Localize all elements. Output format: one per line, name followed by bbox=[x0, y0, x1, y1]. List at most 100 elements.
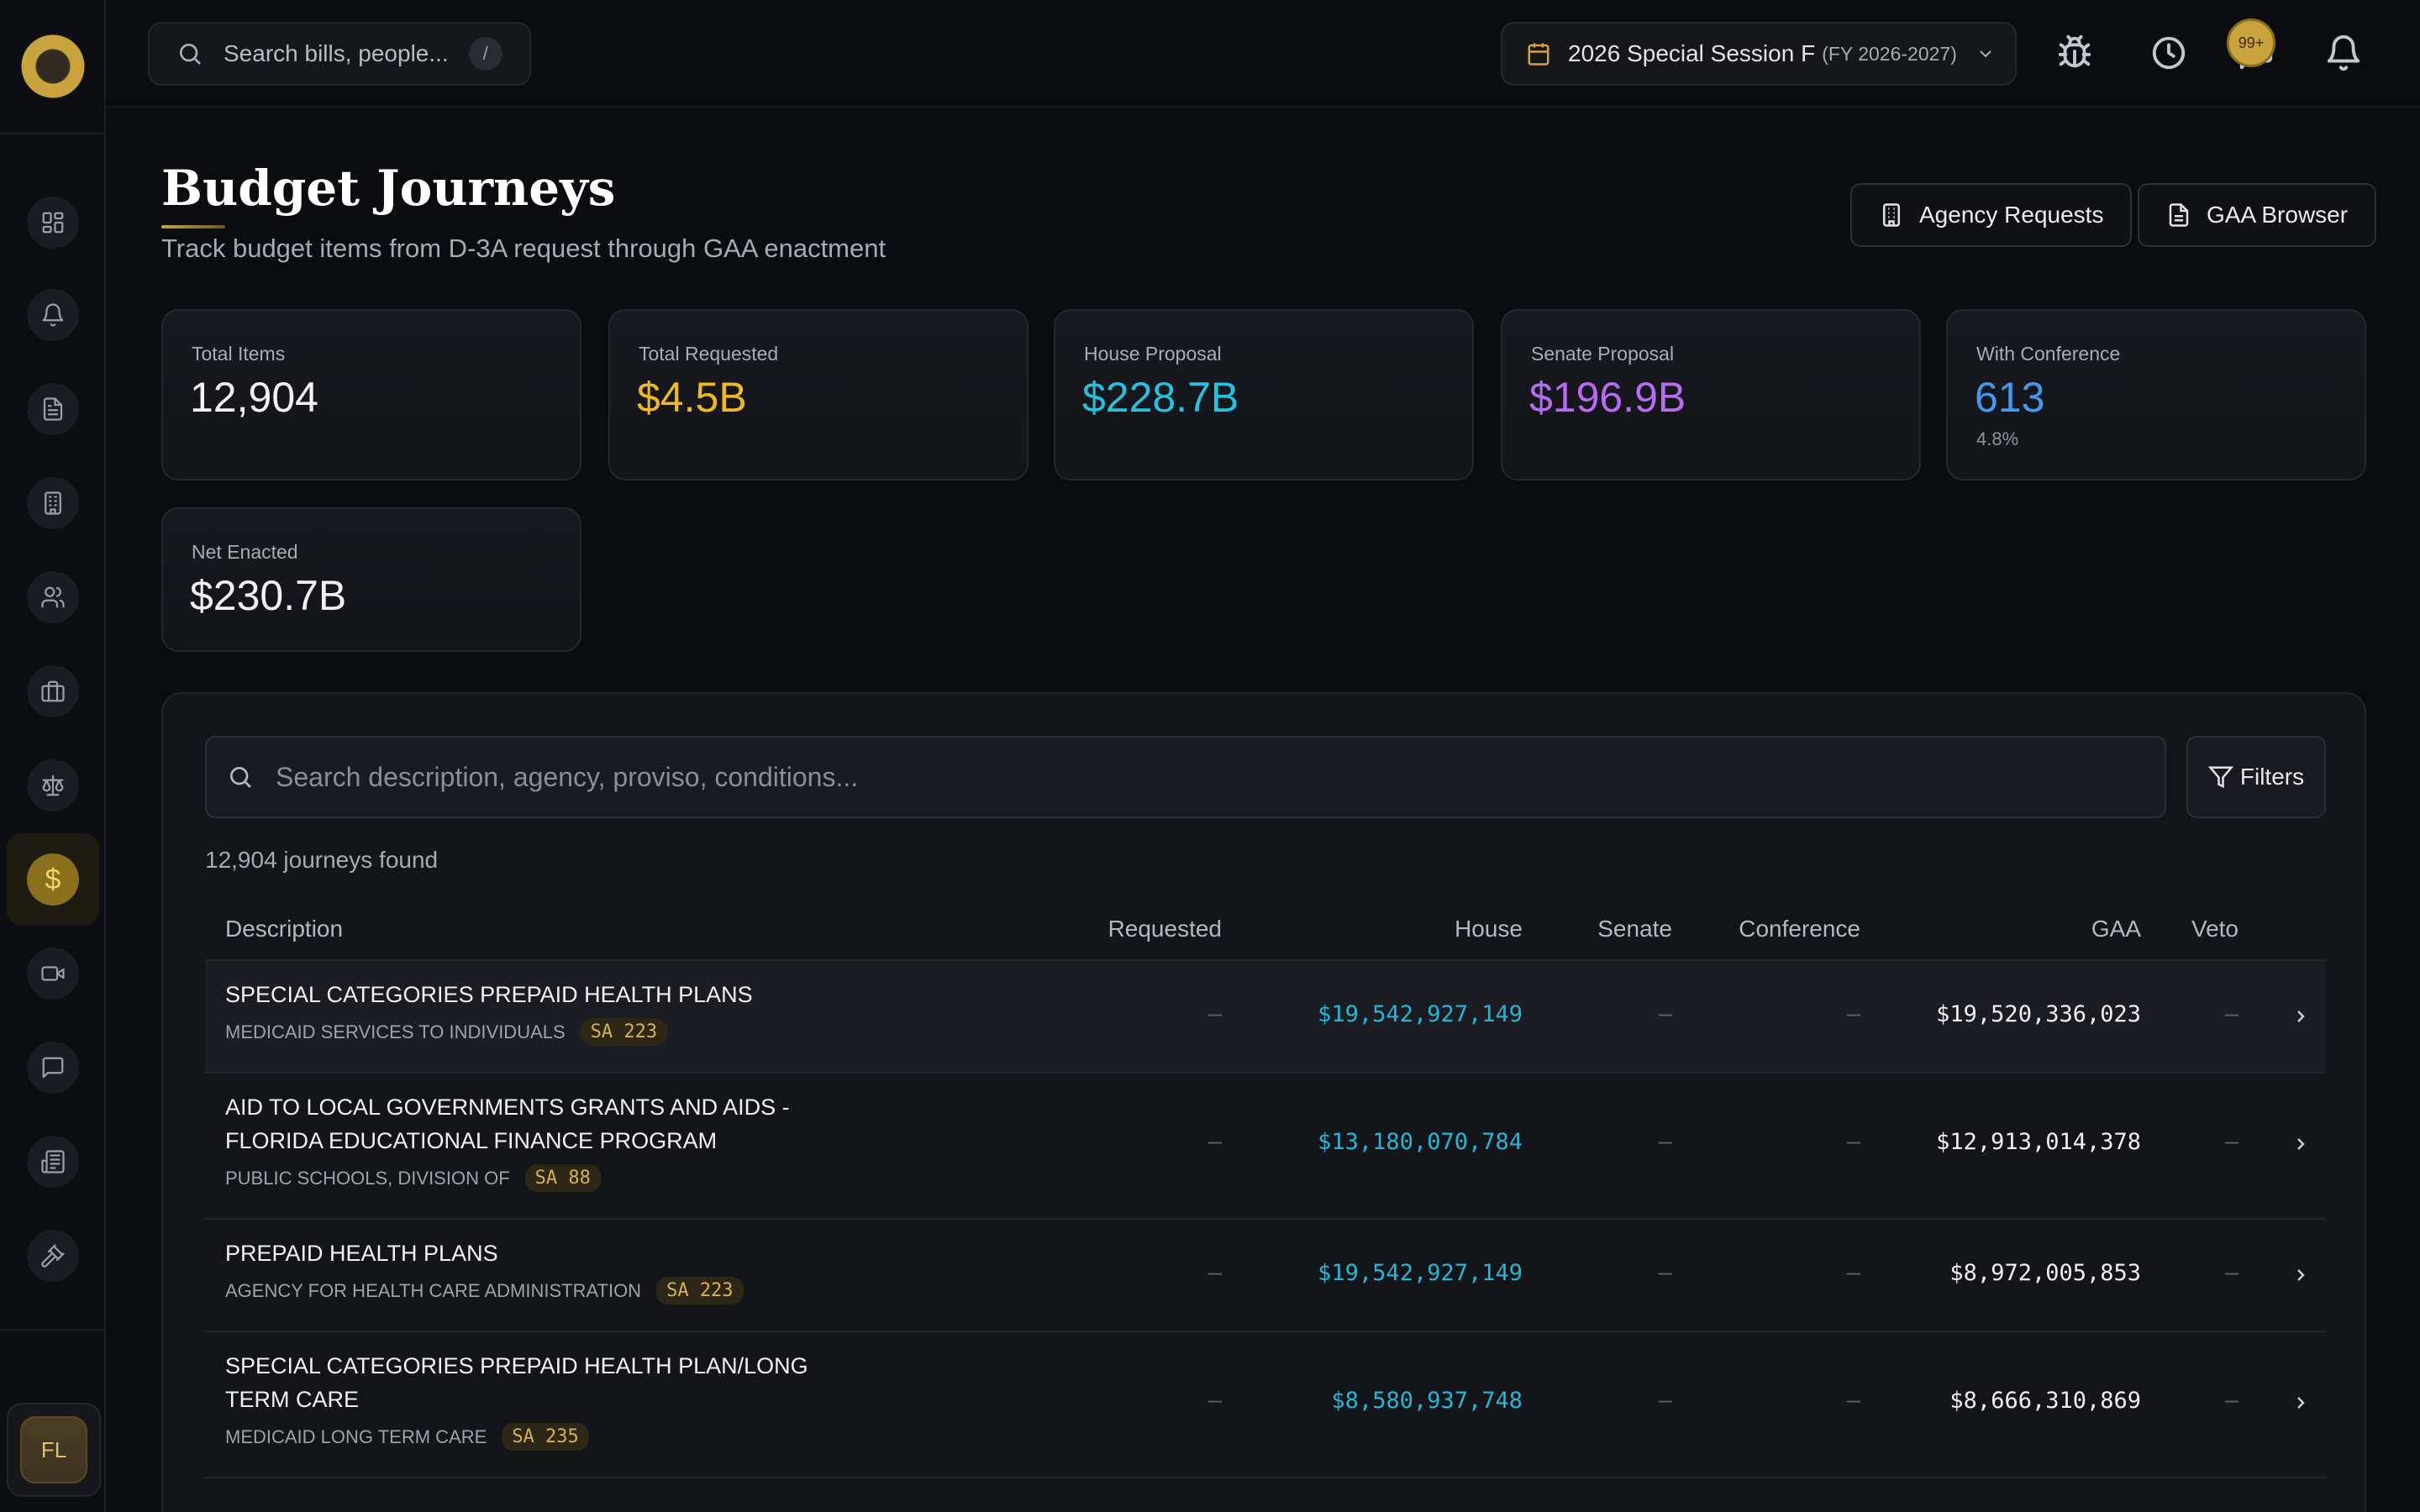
report-bug-button[interactable] bbox=[2055, 34, 2094, 72]
stat-card-with-conference: With Conference 613 4.8% bbox=[1946, 309, 2366, 480]
sa-badge: SA 235 bbox=[502, 1423, 589, 1451]
column-header-description[interactable]: Description bbox=[225, 916, 343, 942]
sidebar-item-news[interactable] bbox=[27, 1136, 79, 1188]
sidebar-item-messages[interactable] bbox=[27, 1042, 79, 1094]
scale-icon bbox=[42, 774, 64, 796]
bug-icon bbox=[2058, 34, 2091, 68]
column-header-veto[interactable]: Veto bbox=[2191, 916, 2238, 942]
table-row[interactable]: SPECIAL CATEGORIES PREPAID HEALTH PLANS … bbox=[205, 961, 2326, 1074]
row-agency-name: PUBLIC SCHOOLS, DIVISION OF bbox=[225, 1167, 510, 1189]
session-fiscal-year: (FY 2026-2027) bbox=[1822, 42, 1957, 65]
journeys-panel: Search description, agency, proviso, con… bbox=[161, 692, 2366, 1512]
row-expand-chevron[interactable] bbox=[2291, 1134, 2311, 1154]
row-conference: — bbox=[1846, 1260, 1860, 1286]
stat-value: $196.9B bbox=[1529, 374, 1686, 421]
search-icon bbox=[180, 44, 201, 65]
chevron-right-icon bbox=[2297, 1138, 2305, 1150]
agency-requests-label: Agency Requests bbox=[1919, 202, 2104, 228]
row-description: PREPAID HEALTH PLANS bbox=[225, 1241, 498, 1266]
clock-icon bbox=[2152, 36, 2186, 70]
sidebar-item-people[interactable] bbox=[27, 571, 79, 623]
column-header-house[interactable]: House bbox=[1455, 916, 1523, 942]
row-gaa: $12,913,014,378 bbox=[1936, 1129, 2141, 1155]
stat-value: 613 bbox=[1975, 374, 2045, 421]
chevron-right-icon bbox=[2297, 1011, 2305, 1022]
row-agency: MEDICAID SERVICES TO INDIVIDUALS SA 223 bbox=[225, 1018, 668, 1046]
sidebar-item-alerts[interactable] bbox=[27, 289, 79, 341]
row-expand-chevron[interactable] bbox=[2291, 1006, 2311, 1026]
gaa-browser-button[interactable]: GAA Browser bbox=[2138, 183, 2377, 247]
user-menu[interactable]: FL bbox=[7, 1403, 101, 1497]
bell-icon bbox=[42, 303, 64, 327]
results-count: 12,904 journeys found bbox=[205, 847, 439, 873]
sidebar-item-lobbyists[interactable] bbox=[27, 665, 79, 717]
sidebar-divider bbox=[0, 133, 104, 134]
stat-label: Net Enacted bbox=[192, 541, 298, 563]
row-description: SPECIAL CATEGORIES PREPAID HEALTH PLAN/L… bbox=[225, 1353, 808, 1412]
table-row[interactable]: AID TO LOCAL GOVERNMENTS GRANTS AND AIDS… bbox=[205, 1074, 2326, 1220]
row-veto: — bbox=[2224, 1001, 2238, 1027]
stat-card-house-proposal: House Proposal $228.7B bbox=[1054, 309, 1474, 480]
sidebar-item-hearings[interactable] bbox=[27, 1230, 79, 1282]
chevron-right-icon bbox=[2297, 1269, 2305, 1281]
session-selector[interactable]: 2026 Special Session F (FY 2026-2027) bbox=[1501, 22, 2017, 86]
sidebar-item-laws[interactable] bbox=[27, 759, 79, 811]
row-house: $19,542,927,149 bbox=[1318, 1260, 1523, 1286]
row-senate: — bbox=[1658, 1129, 1672, 1155]
row-agency-name: MEDICAID SERVICES TO INDIVIDUALS bbox=[225, 1021, 566, 1042]
agency-requests-button[interactable]: Agency Requests bbox=[1850, 183, 2133, 247]
stat-subvalue: 4.8% bbox=[1976, 428, 2019, 449]
global-search-input[interactable]: Search bills, people... / bbox=[148, 22, 531, 86]
row-agency-name: AGENCY FOR HEALTH CARE ADMINISTRATION bbox=[225, 1279, 642, 1301]
column-header-gaa[interactable]: GAA bbox=[2091, 916, 2141, 942]
page-subtitle: Track budget items from D-3A request thr… bbox=[161, 234, 886, 263]
column-header-conference[interactable]: Conference bbox=[1739, 916, 1860, 942]
history-button[interactable] bbox=[2149, 34, 2188, 72]
dollar-icon: $ bbox=[27, 853, 79, 906]
stat-card-senate-proposal: Senate Proposal $196.9B bbox=[1501, 309, 1921, 480]
dashboard-icon bbox=[42, 212, 64, 234]
sidebar-item-bills[interactable] bbox=[27, 383, 79, 435]
row-senate: — bbox=[1658, 1388, 1672, 1414]
app-logo[interactable] bbox=[20, 34, 86, 99]
row-gaa: $19,520,336,023 bbox=[1936, 1001, 2141, 1027]
topbar: Search bills, people... / 2026 Special S… bbox=[106, 0, 2420, 108]
row-senate: — bbox=[1658, 1001, 1672, 1027]
row-requested: — bbox=[1207, 1388, 1222, 1414]
sidebar-divider bbox=[0, 1329, 104, 1331]
document-icon bbox=[43, 397, 63, 421]
table-row[interactable]: PREPAID HEALTH PLANS AGENCY FOR HEALTH C… bbox=[205, 1220, 2326, 1332]
row-agency: MEDICAID LONG TERM CARE SA 235 bbox=[225, 1423, 589, 1451]
column-header-requested[interactable]: Requested bbox=[1108, 916, 1222, 942]
filter-icon bbox=[2207, 766, 2233, 789]
sidebar-item-video[interactable] bbox=[27, 948, 79, 1000]
column-header-senate[interactable]: Senate bbox=[1597, 916, 1672, 942]
row-agency-name: MEDICAID LONG TERM CARE bbox=[225, 1425, 487, 1447]
video-icon bbox=[41, 966, 65, 981]
journey-search-placeholder: Search description, agency, proviso, con… bbox=[276, 761, 859, 792]
row-house: $13,180,070,784 bbox=[1318, 1129, 1523, 1155]
briefcase-icon bbox=[41, 680, 65, 702]
sidebar: $ FL bbox=[0, 0, 106, 1512]
sidebar-item-agencies[interactable] bbox=[27, 477, 79, 529]
gavel-icon bbox=[41, 1244, 65, 1268]
row-expand-chevron[interactable] bbox=[2291, 1265, 2311, 1285]
users-icon bbox=[41, 586, 65, 608]
sidebar-item-budget-active[interactable]: $ bbox=[7, 833, 99, 926]
table-row[interactable]: SPECIAL CATEGORIES PREPAID HEALTH PLAN/L… bbox=[205, 1332, 2326, 1478]
notification-count-badge: 99+ bbox=[2227, 18, 2275, 67]
row-senate: — bbox=[1658, 1260, 1672, 1286]
bell-icon bbox=[2327, 35, 2360, 71]
journey-search-input[interactable]: Search description, agency, proviso, con… bbox=[205, 736, 2166, 818]
title-underline bbox=[161, 225, 225, 228]
filters-button[interactable]: Filters bbox=[2186, 736, 2326, 818]
sa-badge: SA 88 bbox=[524, 1164, 601, 1192]
row-agency: AGENCY FOR HEALTH CARE ADMINISTRATION SA… bbox=[225, 1277, 744, 1305]
row-conference: — bbox=[1846, 1388, 1860, 1414]
row-expand-chevron[interactable] bbox=[2291, 1393, 2311, 1413]
search-icon bbox=[230, 767, 251, 788]
notifications-button[interactable] bbox=[2324, 34, 2363, 72]
building-icon bbox=[45, 491, 61, 515]
row-house: $19,542,927,149 bbox=[1318, 1001, 1523, 1027]
sidebar-item-dashboard[interactable] bbox=[27, 197, 79, 249]
